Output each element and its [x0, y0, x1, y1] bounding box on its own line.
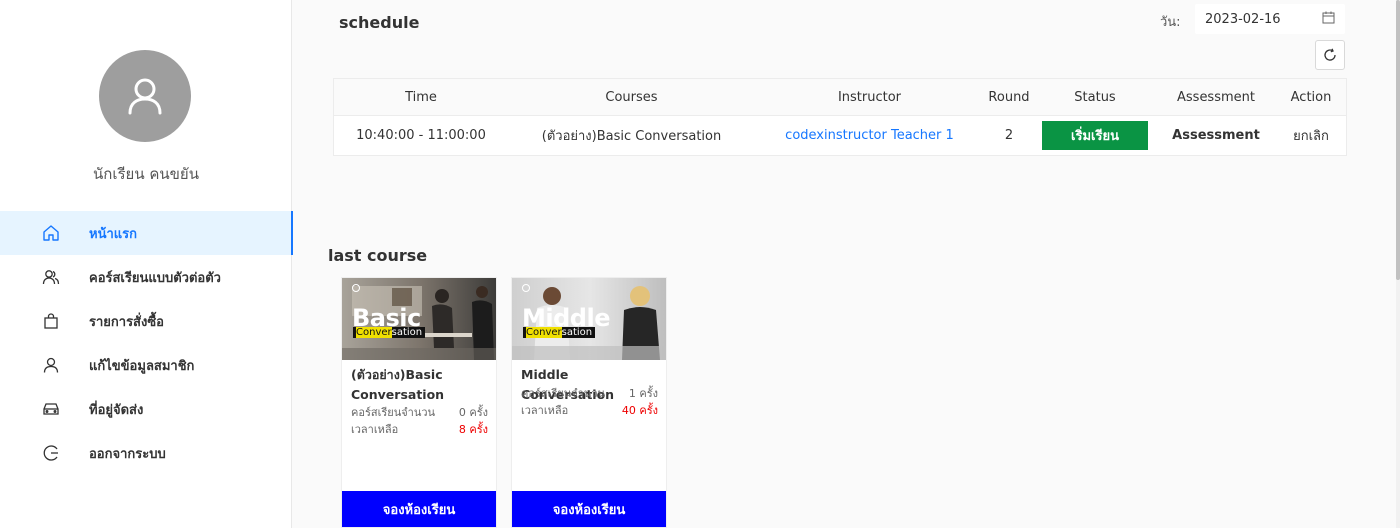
schedule-title: schedule: [339, 13, 420, 32]
home-icon: [42, 224, 60, 242]
user-avatar-icon: [128, 78, 162, 115]
last-course-title: last course: [328, 246, 428, 265]
logo-icon: [352, 284, 360, 292]
course-image-subtitle: Conversation: [353, 327, 426, 338]
sidebar-item-private-course[interactable]: คอร์สเรียนแบบตัวต่อตัว: [0, 255, 292, 299]
column-header-round: Round: [988, 89, 1030, 105]
course-remain-label: เวลาเหลือ: [351, 423, 399, 436]
course-count-row: คอร์สเรียนจำนวน 0 ครั้ง: [351, 403, 488, 421]
cell-course: (ตัวอย่าง)Basic Conversation: [541, 129, 722, 144]
calendar-icon: [1322, 11, 1335, 28]
refresh-icon: [1324, 48, 1336, 61]
column-header-action: Action: [1290, 89, 1332, 105]
date-label: วัน:: [1160, 15, 1181, 30]
course-image-subtitle: Conversation: [523, 327, 596, 338]
book-classroom-button[interactable]: จองห้องเรียน: [512, 491, 666, 527]
course-remain-row: เวลาเหลือ 8 ครั้ง: [351, 420, 488, 438]
main-content: schedule วัน: 2023-02-16 Time Courses In…: [292, 0, 1400, 528]
course-card: Middle Conversation Middle Conversation …: [511, 277, 667, 528]
user-icon: [42, 356, 60, 374]
user-name: นักเรียน คนขยัน: [93, 165, 199, 183]
column-header-time: Time: [405, 89, 437, 105]
shopping-bag-icon: [42, 312, 60, 330]
date-value: 2023-02-16: [1205, 11, 1281, 27]
course-count-label: คอร์สเรียนจำนวน: [351, 406, 436, 419]
logo-icon: [522, 284, 530, 292]
logout-icon: [42, 444, 60, 462]
users-icon: [42, 268, 60, 286]
instructor-link[interactable]: codexinstructor Teacher 1: [785, 128, 954, 143]
course-card: Basic Conversation (ตัวอย่าง)Basic Conve…: [341, 277, 497, 528]
column-header-instructor: Instructor: [837, 89, 902, 105]
assessment-link[interactable]: Assessment: [1172, 128, 1260, 143]
course-count-row: คอร์สเรียนจำนวน 1 ครั้ง: [521, 384, 658, 402]
sidebar-item-label: แก้ไขข้อมูลสมาชิก: [89, 358, 195, 374]
sidebar-item-label: ออกจากระบบ: [89, 446, 166, 462]
car-icon: [42, 400, 60, 418]
course-count-label: คอร์สเรียนจำนวน: [521, 387, 606, 400]
cell-round: 2: [1004, 128, 1014, 143]
cancel-link[interactable]: ยกเลิก: [1293, 129, 1329, 144]
sidebar-item-label: หน้าแรก: [89, 226, 137, 242]
course-remain-row: เวลาเหลือ 40 ครั้ง: [521, 401, 658, 419]
sidebar-item-label: คอร์สเรียนแบบตัวต่อตัว: [89, 270, 221, 286]
book-classroom-button[interactable]: จองห้องเรียน: [342, 491, 496, 527]
course-name: (ตัวอย่าง)Basic Conversation: [351, 367, 445, 402]
page-scrollbar[interactable]: [1396, 0, 1400, 528]
date-picker[interactable]: 2023-02-16: [1195, 4, 1345, 34]
scrollbar-thumb[interactable]: [1396, 0, 1400, 280]
sidebar-item-logout[interactable]: ออกจากระบบ: [0, 431, 292, 475]
course-image: Middle Conversation: [512, 278, 666, 360]
table-row: 10:40:00 - 11:00:00 (ตัวอย่าง)Basic Conv…: [334, 116, 1346, 155]
course-remain-value: 40 ครั้ง: [621, 404, 658, 417]
sidebar-item-orders[interactable]: รายการสั่งซื้อ: [0, 299, 292, 343]
sidebar-item-home[interactable]: หน้าแรก: [0, 211, 293, 255]
sidebar-menu: หน้าแรก คอร์สเรียนแบบตัวต่อตัว รายการสั่…: [0, 211, 293, 475]
sidebar: นักเรียน คนขยัน หน้าแรก คอร์สเรียนแบบตัว…: [0, 0, 293, 528]
start-class-button[interactable]: เริ่มเรียน: [1042, 121, 1148, 150]
column-header-courses: Courses: [605, 89, 658, 105]
course-remain-value: 8 ครั้ง: [458, 423, 488, 436]
course-count-value: 1 ครั้ง: [628, 387, 658, 400]
cell-time: 10:40:00 - 11:00:00: [356, 128, 486, 143]
sidebar-item-shipping-address[interactable]: ที่อยู่จัดส่ง: [0, 387, 292, 431]
sidebar-item-edit-profile[interactable]: แก้ไขข้อมูลสมาชิก: [0, 343, 292, 387]
table-header: Time Courses Instructor Round Status Ass…: [334, 79, 1346, 116]
refresh-button[interactable]: [1315, 40, 1345, 70]
column-header-assessment: Assessment: [1177, 89, 1255, 105]
sidebar-item-label: รายการสั่งซื้อ: [89, 314, 164, 330]
column-header-status: Status: [1074, 89, 1116, 105]
app: นักเรียน คนขยัน หน้าแรก คอร์สเรียนแบบตัว…: [0, 0, 1400, 528]
course-remain-label: เวลาเหลือ: [521, 404, 569, 417]
avatar: [99, 50, 191, 142]
course-image: Basic Conversation: [342, 278, 496, 360]
schedule-table: Time Courses Instructor Round Status Ass…: [333, 78, 1347, 156]
course-count-value: 0 ครั้ง: [458, 406, 488, 419]
sidebar-item-label: ที่อยู่จัดส่ง: [89, 402, 144, 418]
